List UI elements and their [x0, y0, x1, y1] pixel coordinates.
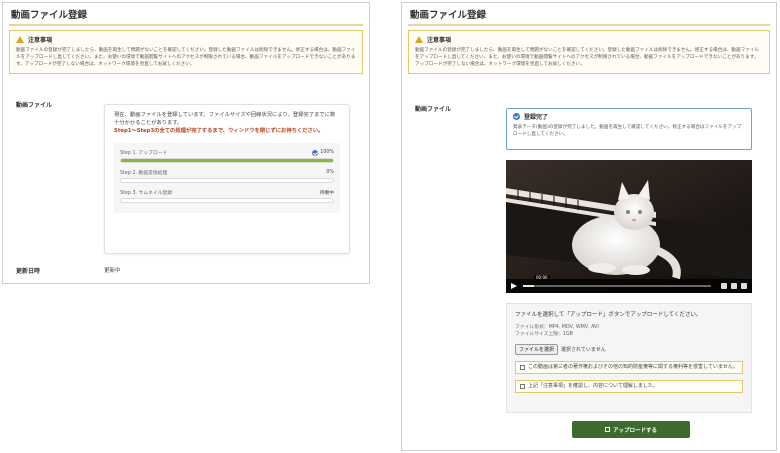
check-circle-icon [312, 149, 319, 156]
step-label: Step 2. 動画変換処理 [120, 171, 168, 176]
copyright-agreement-text: この動画は第三者の著作権およびその他の知的財産権等に関する権利等を侵害していませ… [528, 364, 738, 370]
complete-title: 登録完了 [524, 114, 549, 121]
notice-body: 動画ファイルの登録が完了しましたら、動画を再生して問題がないことを確認してくださ… [16, 48, 356, 67]
settings-icon[interactable] [731, 283, 737, 289]
progress-bar [120, 198, 334, 203]
progress-bar [120, 178, 334, 183]
progress-bar [120, 158, 334, 163]
check-circle-icon [513, 113, 520, 120]
step-status: 0% [326, 170, 334, 175]
fullscreen-icon[interactable] [741, 283, 747, 289]
upload-button[interactable]: アップロードする [572, 421, 690, 438]
choose-file-button[interactable]: ファイルを選択 [515, 344, 559, 355]
copyright-agreement[interactable]: この動画は第三者の著作権およびその他の知的財産権等に関する権利等を侵害していませ… [515, 361, 743, 374]
warning-icon [16, 36, 24, 43]
step-status: 待機中 [319, 191, 334, 196]
step-label: Step 3. サムネイル登録 [120, 191, 173, 196]
page-title: 動画ファイル登録 [11, 10, 88, 21]
notice-box: 注意事項 動画ファイルの登録が完了しましたら、動画を再生して問題がないことを確認… [408, 30, 770, 74]
step-convert: Step 2. 動画変換処理 0% [120, 169, 334, 183]
step-thumbnail: Step 3. サムネイル登録 待機中 [120, 189, 334, 203]
title-divider [408, 24, 770, 26]
step-upload: Step 1. アップロード 100% [120, 149, 334, 163]
warning-icon [415, 36, 423, 43]
notice-agreement-text: 上記「注意事項」を確認し、内容について理解しました。 [528, 383, 658, 389]
upload-form: ファイルを選択して「アップロード」ボタンでアップロードしてください。 ファイル形… [506, 303, 752, 413]
upload-complete-box: 登録完了 発表データ(動画)の登録が完了しました。動画を再生して確認してください… [506, 108, 752, 150]
video-file-label: 動画ファイル [16, 102, 53, 109]
video-frame-cat-on-piano [506, 160, 752, 293]
upload-status-message: 現在、動画ファイルを登録しています。ファイルサイズや回線状況により、登録完了まで… [114, 112, 336, 126]
updated-value: 更新中 [104, 268, 121, 274]
upload-button-label: アップロードする [612, 427, 657, 434]
notice-body: 動画ファイルの登録が完了しましたら、動画を再生して問題がないことを確認してくださ… [415, 48, 759, 67]
no-file-selected: 選択されていません [561, 347, 606, 353]
upload-instruction: ファイルを選択して「アップロード」ボタンでアップロードしてください。 [515, 312, 702, 318]
step-status: 100% [320, 150, 334, 155]
progress-bar-fill [121, 159, 333, 162]
notice-title: 注意事項 [427, 37, 452, 44]
upload-warning-message: Step1～Step3の全ての処理が完了するまで、ウィンドウを閉じずにお待ちくだ… [114, 128, 324, 134]
seek-bar[interactable] [523, 285, 711, 287]
notice-checkbox[interactable] [520, 384, 525, 389]
video-controls [506, 279, 752, 293]
volume-icon[interactable] [721, 283, 727, 289]
step-label: Step 1. アップロード [120, 151, 168, 156]
notice-agreement[interactable]: 上記「注意事項」を確認し、内容について理解しました。 [515, 380, 743, 393]
notice-title: 注意事項 [28, 37, 53, 44]
upload-progress-card: 現在、動画ファイルを登録しています。ファイルサイズや回線状況により、登録完了まで… [104, 104, 350, 254]
complete-message: 発表データ(動画)の登録が完了しました。動画を再生して確認してください。修正する… [513, 125, 742, 137]
step-list: Step 1. アップロード 100% Step 2. 動画変換処理 0% St… [114, 143, 340, 213]
upload-icon [604, 427, 610, 432]
video-player[interactable]: 00:00 [506, 160, 752, 293]
copyright-checkbox[interactable] [520, 365, 525, 370]
page-title: 動画ファイル登録 [410, 10, 487, 21]
video-file-label: 動画ファイル [415, 106, 452, 113]
title-divider [9, 24, 363, 26]
updated-label: 更新日時 [16, 268, 41, 275]
file-size-info: ファイルサイズ上限：1GB [515, 332, 573, 337]
play-icon[interactable] [511, 283, 517, 289]
notice-box: 注意事項 動画ファイルの登録が完了しましたら、動画を再生して問題がないことを確認… [9, 30, 363, 74]
file-format-info: ファイル形式：MP4, MOV, WMV, AVI [515, 325, 599, 330]
